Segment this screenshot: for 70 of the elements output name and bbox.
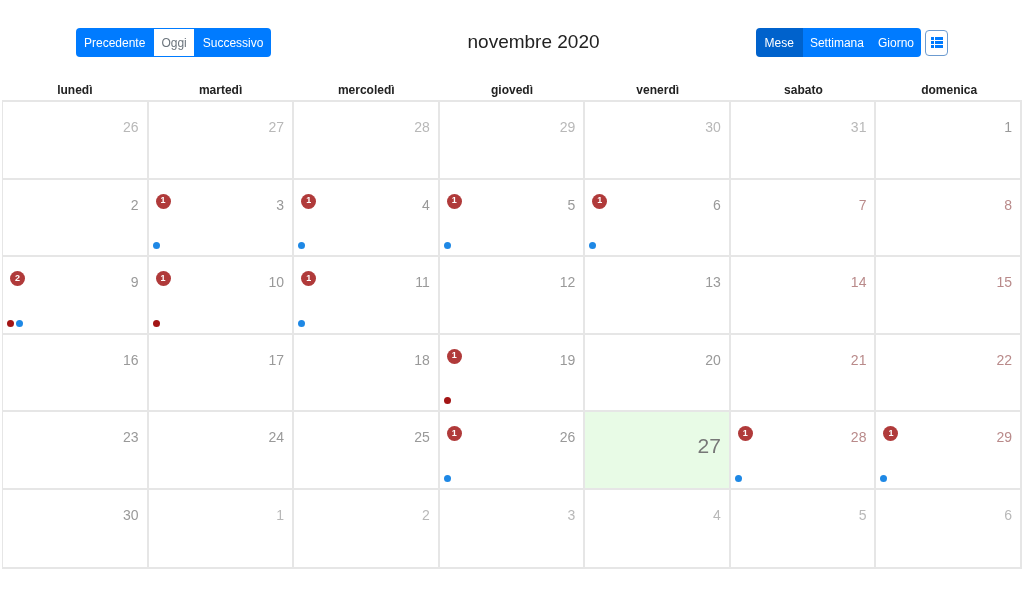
day-number: 16 [123,350,139,370]
day-number: 6 [1004,505,1012,525]
view-button[interactable]: Mese [755,28,803,57]
event-count-badge: 1 [301,271,317,286]
weekday-header: lunedì [57,82,93,99]
event-count-badge: 2 [10,271,25,286]
day-number: 21 [850,350,867,370]
weekday-header: domenica [921,82,978,99]
day-number: 2 [130,195,139,215]
day-number: 22 [996,350,1012,370]
event-count-badge: 1 [883,426,899,441]
weekday-header: mercoledì [337,82,395,99]
day-number: 17 [268,350,285,370]
day-number: 1 [276,505,285,525]
list-icon [930,37,943,48]
nav-button[interactable]: Successivo [194,28,272,57]
day-number: 7 [858,195,867,215]
month-title: novembre 2020 [467,30,600,55]
day-number: 23 [123,428,139,447]
day-number: 19 [559,350,576,370]
day-number: 5 [858,505,867,525]
weekday-header: sabato [784,82,823,99]
day-number: 30 [123,505,139,525]
day-number: 24 [268,428,285,447]
day-number: 27 [697,433,721,459]
day-number: 11 [415,273,430,292]
day-number: 27 [268,118,285,137]
event-count-badge: 1 [155,193,171,209]
day-number: 20 [705,350,721,370]
day-number: 18 [414,350,430,370]
weekday-header: giovedì [491,82,533,99]
weekday-header: venerdì [636,82,680,99]
day-number: 8 [1004,195,1012,215]
day-number: 3 [276,195,285,215]
event-count-badge: 1 [446,193,462,209]
day-cell[interactable]: 27 [585,412,731,488]
day-number: 31 [850,118,867,137]
weekday-header: martedì [198,82,243,99]
event-count-badge: 1 [446,426,462,441]
day-number: 14 [850,273,867,292]
day-number: 4 [713,505,721,525]
day-number: 10 [268,273,285,292]
day-number: 1 [1004,118,1012,137]
day-number: 13 [705,273,721,292]
list-view-button[interactable] [925,29,948,56]
day-number: 3 [567,505,576,525]
day-number: 12 [559,273,576,292]
day-number: 6 [713,195,721,215]
day-number: 26 [559,428,576,447]
day-number: 15 [996,273,1012,292]
day-number: 2 [421,505,430,525]
day-number: 29 [559,118,576,137]
day-number: 28 [850,428,867,447]
event-count-badge: 1 [301,193,317,209]
nav-button[interactable]: Oggi [153,28,195,57]
day-number: 30 [705,118,721,137]
day-number: 25 [414,428,430,447]
event-count-badge: 1 [592,193,608,209]
day-number: 28 [414,118,430,137]
nav-button[interactable]: Precedente [76,28,154,57]
view-button[interactable]: Settimana [802,28,871,57]
view-button[interactable]: Giorno [870,28,921,57]
day-number: 29 [996,428,1012,447]
day-number: 4 [421,195,430,215]
day-number: 5 [567,195,576,215]
event-count-badge: 1 [155,271,171,286]
event-count-badge: 1 [737,426,753,441]
event-count-badge: 1 [446,348,462,364]
day-number: 9 [130,273,139,292]
day-number: 26 [123,118,139,137]
